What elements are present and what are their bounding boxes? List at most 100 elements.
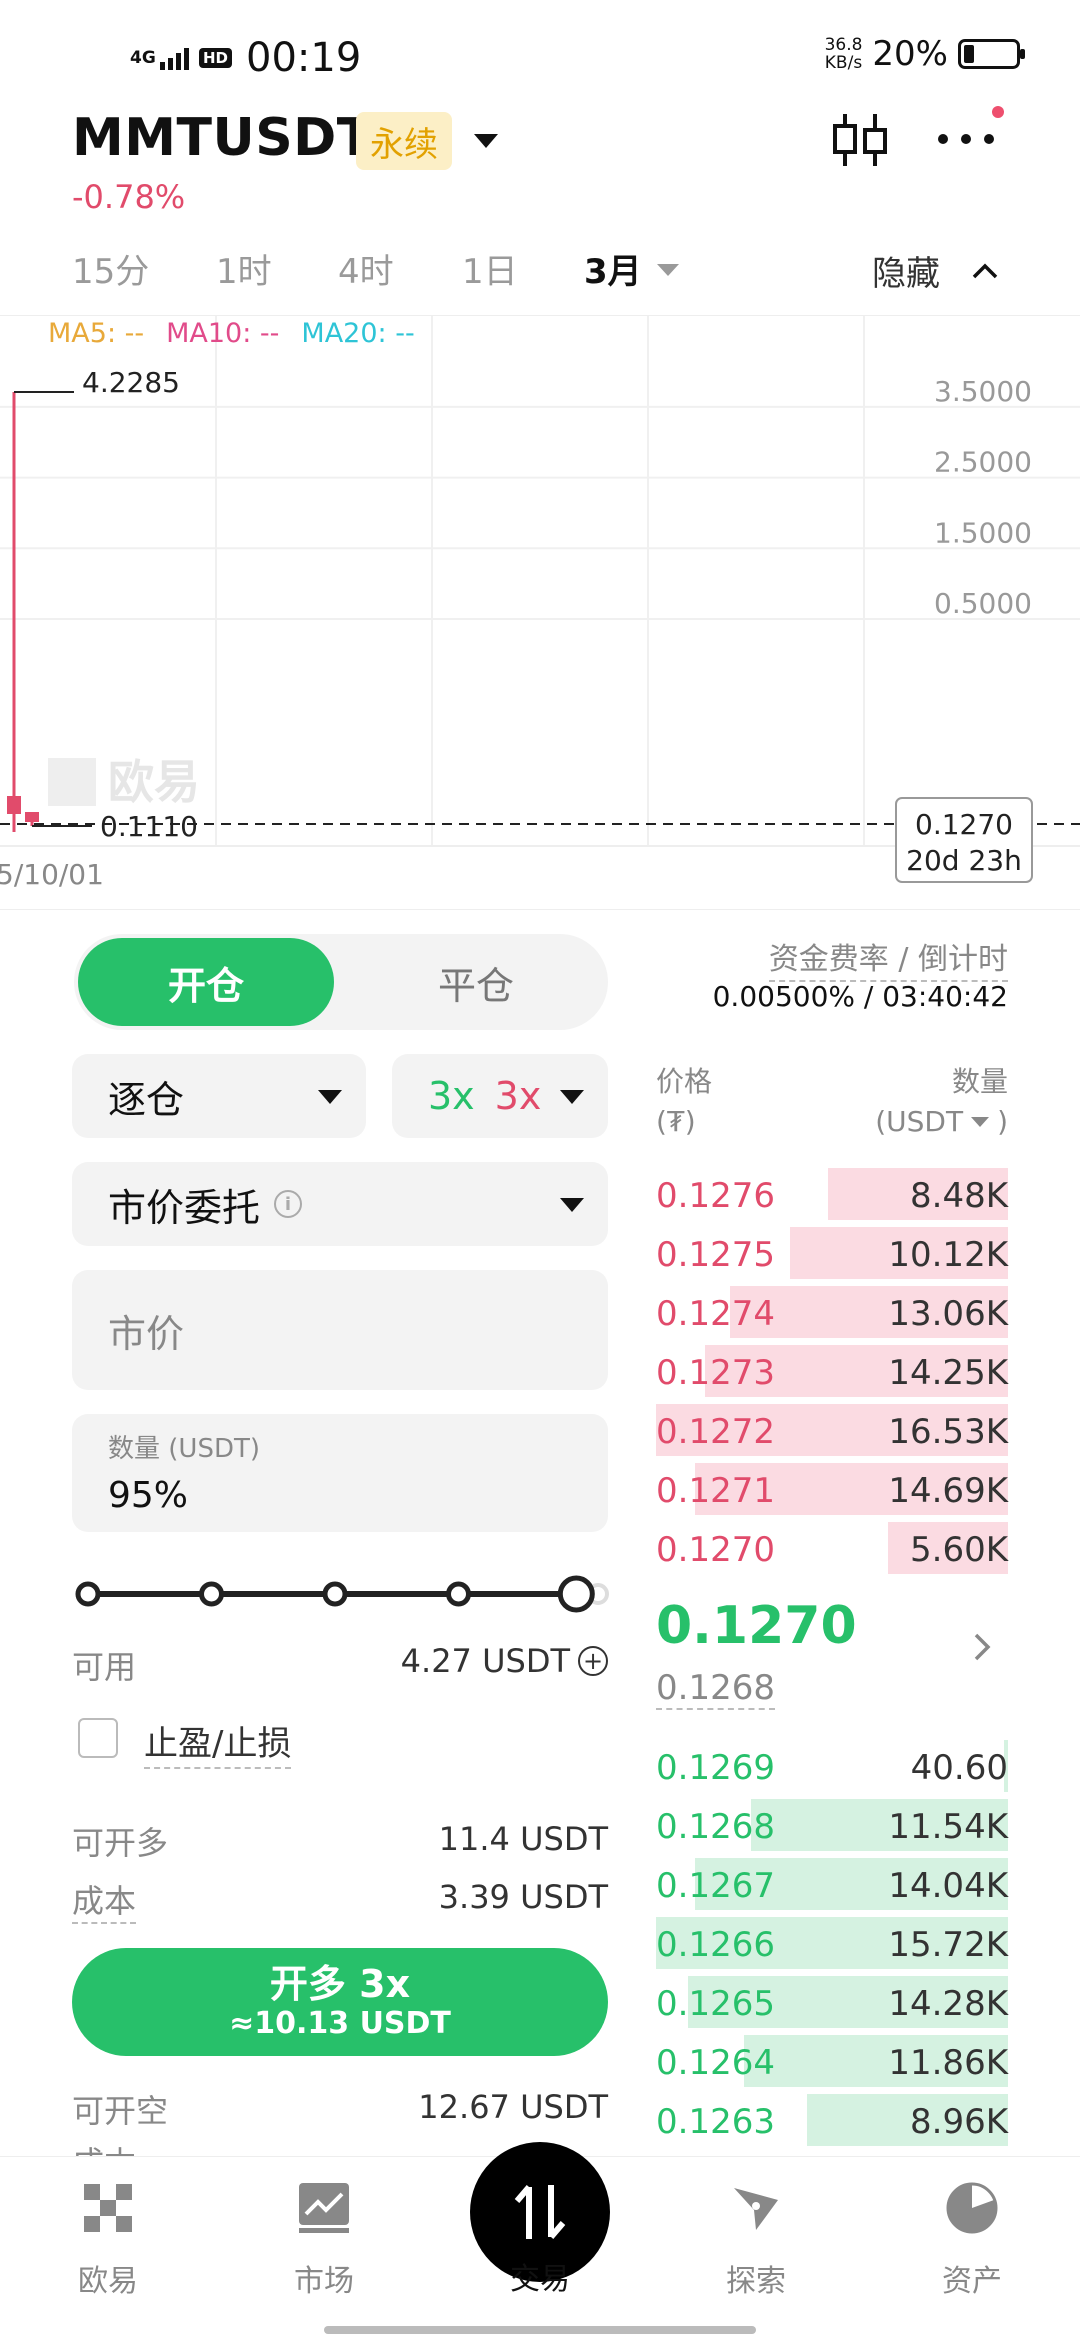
slider-thumb[interactable]	[557, 1575, 595, 1613]
nav-okx[interactable]: 欧易	[38, 2180, 178, 2300]
bid-row[interactable]: 0.1268 11.54K	[656, 1799, 1008, 1851]
max-short-label: 可开空	[72, 2092, 169, 2130]
tab-3m[interactable]: 3月	[584, 244, 642, 293]
bid-row[interactable]: 0.1264 11.86K	[656, 2035, 1008, 2087]
quantity-slider[interactable]	[72, 1566, 612, 1622]
order-quantity: 15.72K	[888, 1925, 1008, 1965]
watermark-text: 欧易	[108, 755, 200, 809]
watermark: 欧易	[48, 755, 200, 809]
nav-trade[interactable]: 交易	[470, 2254, 610, 2298]
order-price: 0.1263	[656, 2102, 775, 2142]
ma20-label: MA20: --	[301, 318, 415, 349]
open-long-button[interactable]: 开多 3x ≈10.13 USDT	[72, 1948, 608, 2056]
order-price: 0.1274	[656, 1294, 775, 1334]
nav-label: 欧易	[78, 2264, 138, 2299]
hide-chart-button[interactable]: 隐藏	[872, 246, 940, 295]
bid-row[interactable]: 0.1267 14.04K	[656, 1858, 1008, 1910]
chevron-down-icon	[560, 1090, 584, 1104]
symbol-title[interactable]: MMTUSDT	[72, 108, 373, 168]
trade-swap-icon	[514, 2185, 566, 2239]
funding-rate-label[interactable]: 资金费率 / 倒计时	[768, 934, 1008, 982]
order-quantity: 11.86K	[888, 2043, 1008, 2083]
last-price-label: 0.1270	[915, 808, 1013, 841]
tab-15m[interactable]: 15分	[72, 244, 149, 293]
symbol-dropdown-icon[interactable]	[474, 134, 498, 148]
cost-label[interactable]: 成本	[72, 1876, 137, 1924]
mark-price[interactable]: 0.1268	[656, 1668, 775, 1710]
order-quantity: 8.96K	[910, 2102, 1008, 2142]
order-quantity: 14.69K	[888, 1471, 1008, 1511]
quantity-input[interactable]: 数量 (USDT) 95%	[72, 1414, 608, 1532]
mid-price: 0.1270	[656, 1596, 857, 1656]
order-price: 0.1271	[656, 1471, 775, 1511]
y-tick-label: 1.5000	[934, 516, 1032, 549]
bid-row[interactable]: 0.1263 8.96K	[656, 2094, 1008, 2146]
short-leverage: 3x	[494, 1074, 542, 1118]
order-quantity: 10.12K	[888, 1235, 1008, 1275]
order-price: 0.1270	[656, 1530, 775, 1570]
order-quantity: 13.06K	[888, 1294, 1008, 1334]
chevron-up-icon[interactable]	[972, 258, 998, 284]
ask-row[interactable]: 0.1272 16.53K	[656, 1404, 1008, 1456]
nav-market[interactable]: 市场	[254, 2180, 394, 2300]
long-leverage: 3x	[428, 1074, 475, 1118]
candle-body	[25, 812, 39, 822]
ask-row[interactable]: 0.1270 5.60K	[656, 1522, 1008, 1574]
order-type-select[interactable]: 市价委托 i	[72, 1162, 608, 1246]
hd-icon: HD	[199, 48, 233, 68]
ma10-label: MA10: --	[166, 318, 280, 349]
nav-explore[interactable]: 探索	[686, 2180, 826, 2300]
leverage-select[interactable]: 3x 3x	[392, 1054, 608, 1138]
order-quantity: 11.54K	[888, 1807, 1008, 1847]
tab-close-position[interactable]: 平仓	[348, 938, 604, 1026]
tab-4h[interactable]: 4时	[338, 244, 394, 293]
bid-row[interactable]: 0.1266 15.72K	[656, 1917, 1008, 1969]
ma-legend: MA5: -- MA10: -- MA20: --	[48, 318, 415, 349]
signal-icon	[160, 46, 189, 70]
nav-label: 市场	[294, 2264, 354, 2299]
more-icon[interactable]	[938, 124, 998, 154]
candle-body	[7, 796, 21, 814]
price-input[interactable]: 市价	[72, 1270, 608, 1390]
high-price-label: 4.2285	[82, 366, 180, 399]
status-left: 4G HD 00:19	[130, 30, 361, 86]
nav-assets[interactable]: 资产	[902, 2180, 1042, 2300]
ask-row[interactable]: 0.1273 14.25K	[656, 1345, 1008, 1397]
tab-1h[interactable]: 1时	[216, 244, 272, 293]
home-indicator[interactable]	[324, 2326, 756, 2334]
orderbook-qty-header[interactable]: 数量 (USDT )	[875, 1062, 1008, 1142]
price-chart[interactable]: 欧易 4.2285 0.1110 3.5000 2.5000 1.5000 0.500…	[0, 315, 1080, 910]
slider-stop	[75, 1581, 101, 1607]
countdown-label: 20d 23h	[906, 844, 1022, 877]
candlestick-icon[interactable]	[830, 112, 890, 168]
low-price-label: 0.1110	[100, 810, 198, 843]
order-type-label: 市价委托	[108, 1185, 261, 1230]
order-quantity: 5.60K	[910, 1530, 1008, 1570]
ask-row[interactable]: 0.1275 10.12K	[656, 1227, 1008, 1279]
order-price: 0.1265	[656, 1984, 775, 2024]
tab-open-position[interactable]: 开仓	[78, 938, 334, 1026]
chevron-right-icon[interactable]	[972, 1632, 994, 1662]
margin-mode-label: 逐仓	[108, 1077, 185, 1122]
bid-row[interactable]: 0.1265 14.28K	[656, 1976, 1008, 2028]
tpsl-checkbox[interactable]	[78, 1718, 118, 1758]
ask-row[interactable]: 0.1271 14.69K	[656, 1463, 1008, 1515]
max-long-label: 可开多	[72, 1824, 169, 1862]
timeframe-dropdown-icon[interactable]	[657, 264, 679, 276]
order-quantity: 8.48K	[910, 1176, 1008, 1216]
info-icon[interactable]: i	[274, 1190, 303, 1218]
slider-stop	[199, 1581, 224, 1607]
order-price: 0.1275	[656, 1235, 775, 1275]
tab-1d[interactable]: 1日	[462, 244, 518, 293]
unit-dropdown-icon[interactable]	[971, 1117, 990, 1127]
available-balance: 4.27 USDT +	[401, 1642, 608, 1680]
slider-stop	[322, 1581, 348, 1607]
network-type: 4G	[130, 47, 156, 68]
ask-row[interactable]: 0.1274 13.06K	[656, 1286, 1008, 1338]
tpsl-label[interactable]: 止盈/止损	[144, 1716, 292, 1769]
margin-mode-select[interactable]: 逐仓	[72, 1054, 366, 1138]
network-speed: 36.8 KB/s	[824, 35, 863, 73]
bid-row[interactable]: 0.1269 40.60	[656, 1740, 1008, 1792]
ask-row[interactable]: 0.1276 8.48K	[656, 1168, 1008, 1220]
plus-circle-icon[interactable]: +	[578, 1646, 608, 1676]
